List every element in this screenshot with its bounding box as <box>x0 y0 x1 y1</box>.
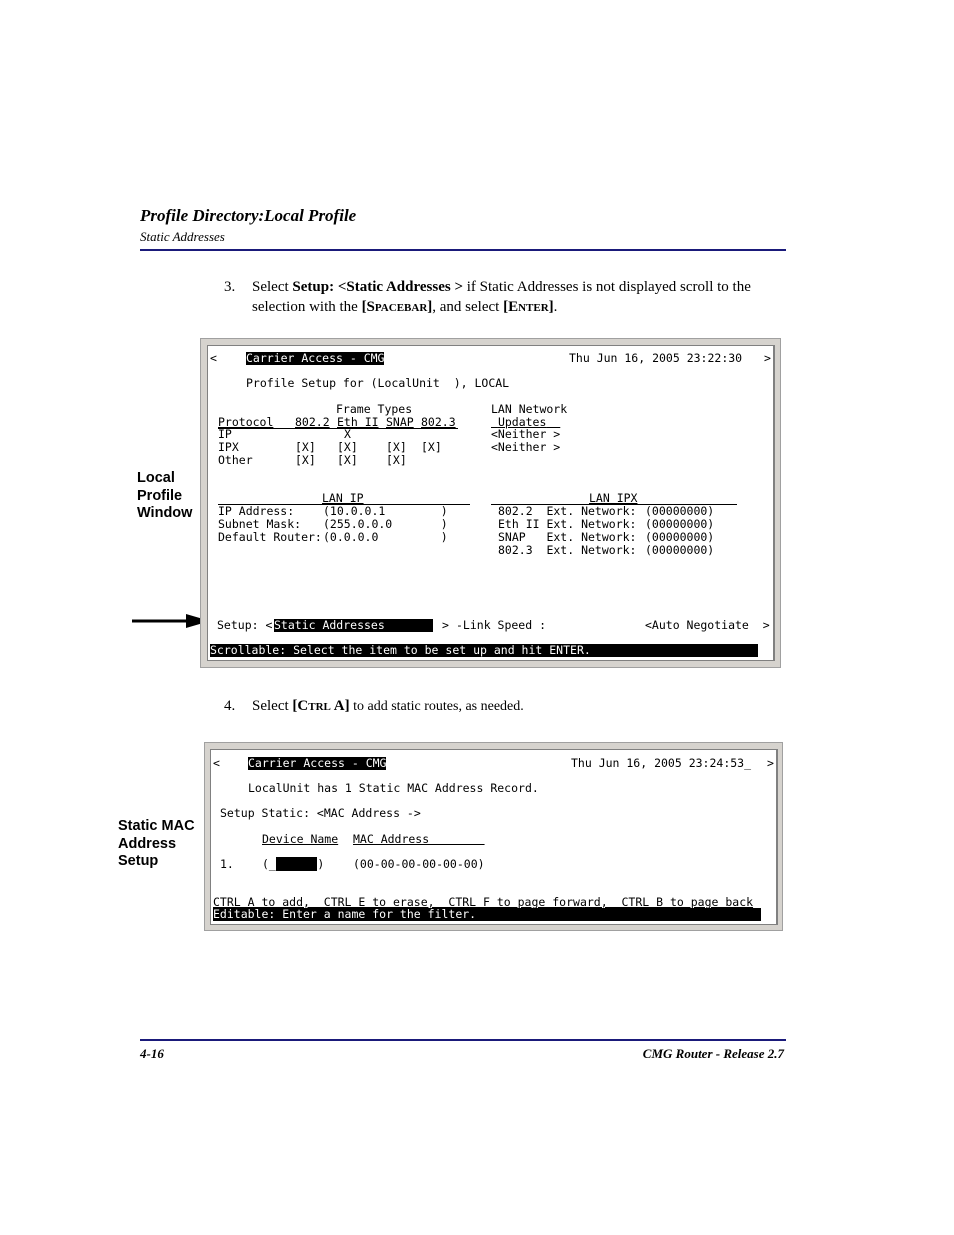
subnet-mask-label: Subnet Mask: <box>218 517 302 531</box>
ipx-8022-label: 802.2 Ext. Network: <box>498 504 637 518</box>
col-802-3: 802.3 <box>421 415 456 429</box>
device-name-field[interactable]: (_ ) <box>262 857 324 871</box>
link-speed-label: -Link Speed : <box>456 618 547 632</box>
step-text: Select Setup: <Static Addresses > if Sta… <box>252 279 751 315</box>
terminal-title: Carrier Access - CMG <box>246 351 385 365</box>
protocol-ipx: IPX <box>218 440 239 454</box>
profile-setup-line: Profile Setup for (LocalUnit ), LOCAL <box>246 376 510 390</box>
setup-label: Setup: < <box>217 618 273 632</box>
default-router-label: Default Router: <box>218 530 322 544</box>
document-title: CMG Router - Release 2.7 <box>642 1046 784 1061</box>
col-802-2: 802.2 <box>295 415 330 429</box>
section-title: Profile Directory:Local Profile <box>140 206 357 225</box>
step-number: 4. <box>224 698 236 714</box>
setup-select[interactable]: Static Addresses <box>274 619 434 632</box>
terminal-datetime: Thu Jun 16, 2005 23:22:30 <box>569 351 743 365</box>
lan-network-label: LAN Network <box>491 402 568 416</box>
nav-right-arrow[interactable]: > <box>767 757 774 770</box>
step-4: 4. Select [Ctrl A] to add static routes,… <box>224 696 794 718</box>
ipx-snap-check[interactable]: [X] <box>386 441 407 454</box>
ip-address-label: IP Address: <box>218 504 295 518</box>
table-header-rule <box>218 428 458 429</box>
nav-left-arrow[interactable]: < <box>210 352 217 365</box>
nav-left-arrow[interactable]: < <box>213 757 220 770</box>
terminal-screen: < Carrier Access - CMG Thu Jun 16, 2005 … <box>207 345 775 661</box>
ip-updates-select[interactable]: <Neither > <box>491 428 560 441</box>
ipx-8023-field[interactable]: (00000000) <box>645 544 714 557</box>
setup-close: > <box>442 618 449 632</box>
subnet-mask-field[interactable]: (255.0.0.0 ) <box>323 518 448 531</box>
ipx-ethii-check[interactable]: [X] <box>337 441 358 454</box>
section-subtitle: Static Addresses <box>140 229 225 244</box>
header-rule <box>140 249 786 251</box>
status-bar: Scrollable: Select the item to be set up… <box>210 644 758 657</box>
step-3: 3. Select Setup: <Static Addresses > if … <box>224 277 794 319</box>
callout-local-profile-window: Local Profile Window <box>137 470 193 521</box>
text-cursor <box>275 857 318 871</box>
col-snap: SNAP <box>386 415 414 429</box>
other-ethii-check[interactable]: [X] <box>337 454 358 467</box>
page-number: 4-16 <box>140 1046 164 1061</box>
ipx-snap-label: SNAP Ext. Network: <box>498 530 637 544</box>
ipx-snap-field[interactable]: (00000000) <box>645 531 714 544</box>
col-device-name: Device Name <box>262 832 339 846</box>
link-speed-select[interactable]: <Auto Negotiate > <box>645 619 770 632</box>
step-number: 3. <box>224 279 236 295</box>
ipx-8023-label: 802.3 Ext. Network: <box>498 543 637 557</box>
setup-static-select[interactable]: Setup Static: <MAC Address -> <box>220 807 421 820</box>
lan-ipx-heading: LAN IPX <box>589 491 638 505</box>
terminal-title: Carrier Access - CMG <box>248 756 387 770</box>
col-mac-address: MAC Address <box>353 832 485 846</box>
row-index: 1. <box>220 857 234 871</box>
ip-address-field[interactable]: (10.0.0.1 ) <box>323 505 448 518</box>
ipx-8022-check[interactable]: [X] <box>295 441 316 454</box>
protocol-other: Other <box>218 453 253 467</box>
callout-static-mac-address-setup: Static MAC Address Setup <box>118 818 195 869</box>
ipx-ethii-label: Eth II Ext. Network: <box>498 517 637 531</box>
frame-types-label: Frame Types <box>336 402 413 416</box>
terminal-screen: < Carrier Access - CMG Thu Jun 16, 2005 … <box>210 749 778 925</box>
local-profile-window: < Carrier Access - CMG Thu Jun 16, 2005 … <box>200 338 781 668</box>
mac-address-field[interactable]: (00-00-00-00-00-00) <box>353 858 485 871</box>
nav-right-arrow[interactable]: > <box>764 352 771 365</box>
ipx-ethii-field[interactable]: (00000000) <box>645 518 714 531</box>
ip-ethii-check[interactable]: X <box>344 428 351 441</box>
ipx-8022-field[interactable]: (00000000) <box>645 505 714 518</box>
ipx-8023-check[interactable]: [X] <box>421 441 442 454</box>
other-snap-check[interactable]: [X] <box>386 454 407 467</box>
status-bar: Editable: Enter a name for the filter. <box>213 908 761 921</box>
protocol-ip: IP <box>218 427 232 441</box>
record-count-line: LocalUnit has 1 Static MAC Address Recor… <box>248 781 539 795</box>
step-text: Select [Ctrl A] to add static routes, as… <box>252 698 524 714</box>
ipx-updates-select[interactable]: <Neither > <box>491 441 560 454</box>
footer-rule <box>140 1039 786 1041</box>
terminal-datetime: Thu Jun 16, 2005 23:24:53_ <box>571 756 752 770</box>
static-mac-window: < Carrier Access - CMG Thu Jun 16, 2005 … <box>204 742 783 931</box>
lan-ip-heading: LAN IP <box>322 491 364 505</box>
other-8022-check[interactable]: [X] <box>295 454 316 467</box>
default-router-field[interactable]: (0.0.0.0 ) <box>323 531 448 544</box>
